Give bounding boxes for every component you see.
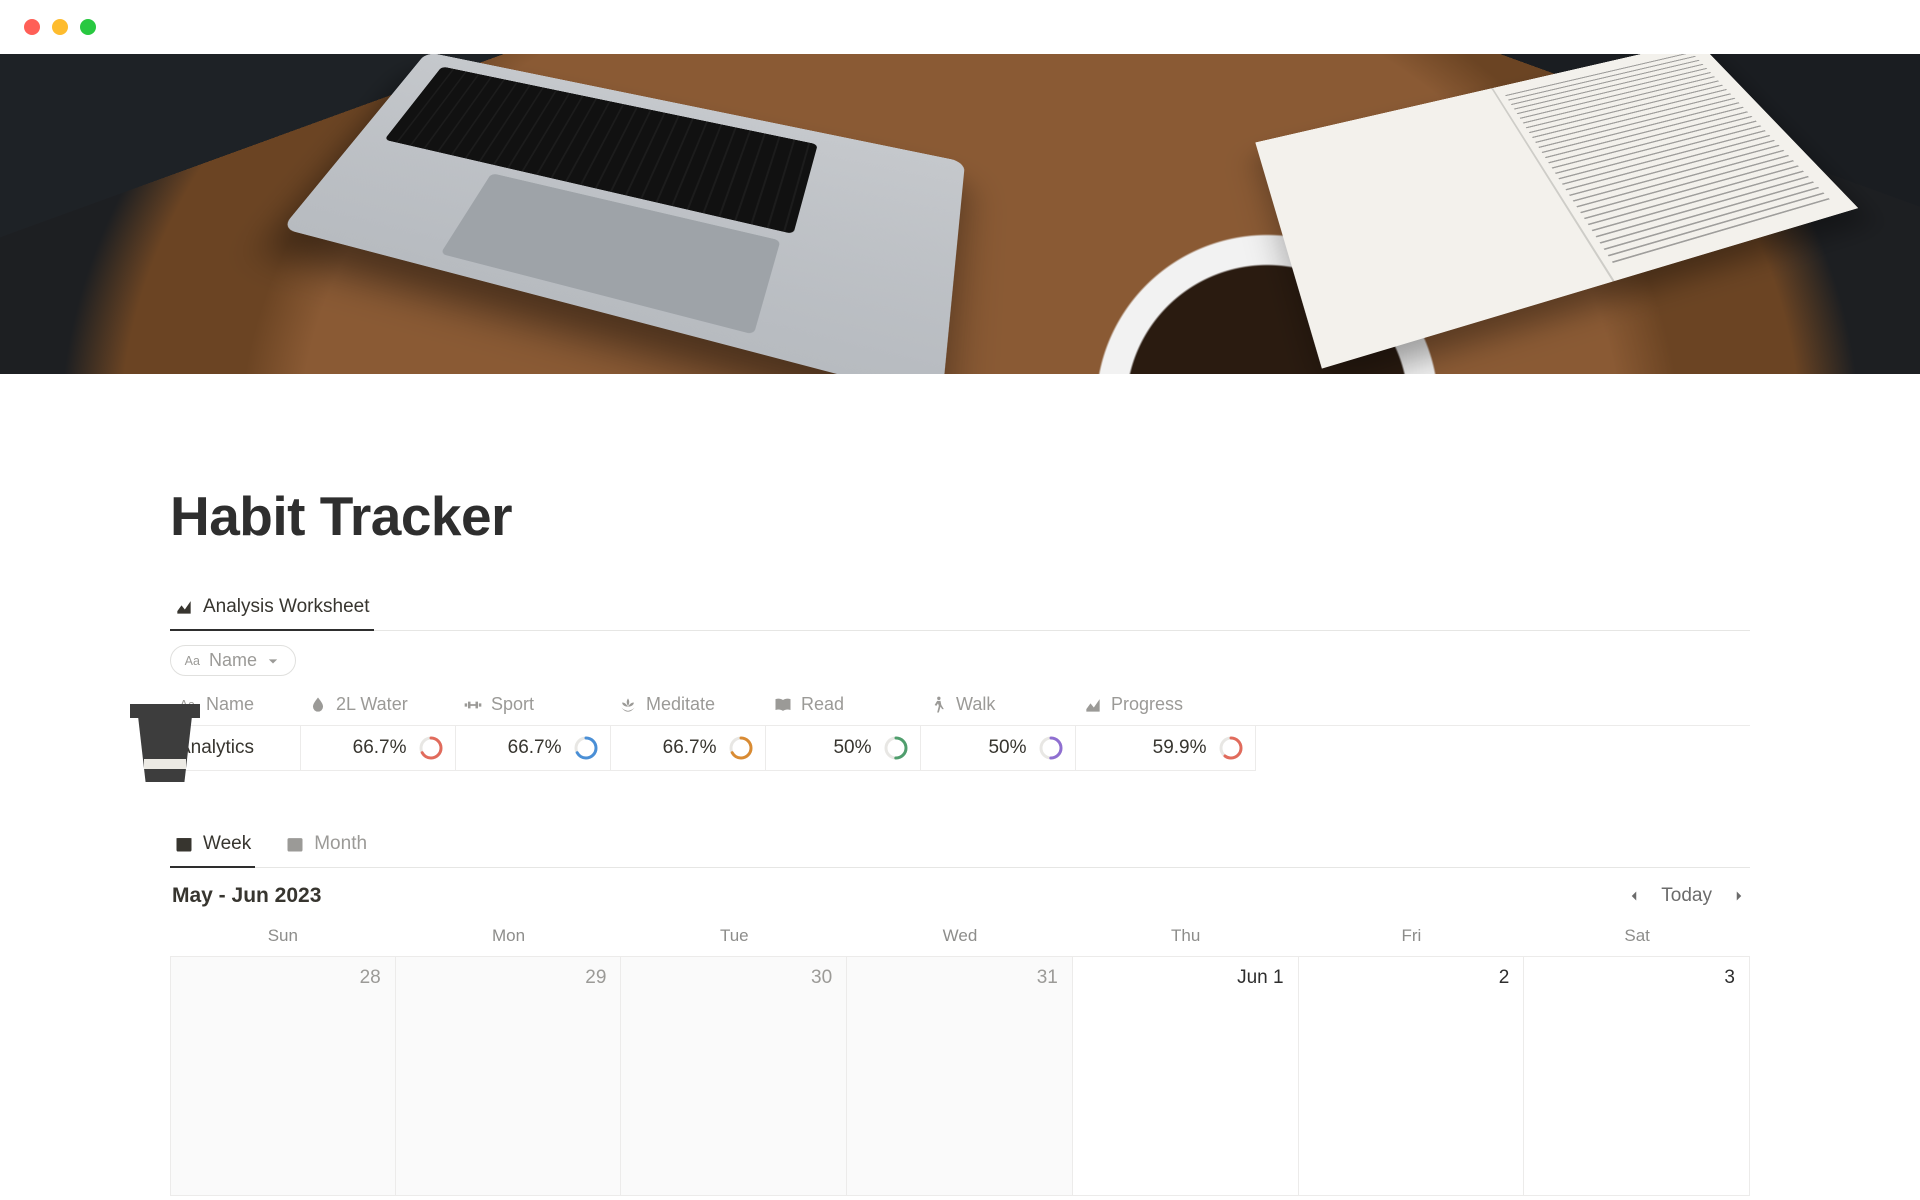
- lotus-icon: [618, 695, 638, 715]
- tab-analysis-worksheet[interactable]: Analysis Worksheet: [170, 588, 374, 630]
- calendar-dow: Mon: [396, 918, 622, 956]
- calendar-day-number: 28: [360, 967, 381, 989]
- pct-value: 59.9%: [1153, 737, 1207, 759]
- page-title[interactable]: Habit Tracker: [170, 484, 1750, 548]
- table-header-row: AaName 2L Water Sport Meditate Read Walk…: [170, 684, 1750, 726]
- pct-value: 66.7%: [353, 737, 407, 759]
- zoom-window-button[interactable]: [80, 19, 96, 35]
- calendar-view-tabs: Week Month: [170, 825, 1750, 868]
- progress-ring-icon: [419, 736, 443, 760]
- progress-ring-icon: [729, 736, 753, 760]
- pct-cell[interactable]: 66.7%: [455, 726, 610, 771]
- calendar-range-label: May - Jun 2023: [172, 884, 321, 908]
- pct-cell[interactable]: 59.9%: [1075, 726, 1255, 771]
- pct-cell[interactable]: 66.7%: [300, 726, 455, 771]
- calendar-icon: [285, 834, 305, 854]
- col-2l-water[interactable]: 2L Water: [300, 684, 455, 726]
- calendar-day-number: 30: [811, 967, 832, 989]
- calendar-day-number: 29: [585, 967, 606, 989]
- calendar-dow: Sun: [170, 918, 396, 956]
- calendar-day[interactable]: 30: [621, 956, 847, 1196]
- next-week-button[interactable]: [1730, 887, 1748, 905]
- svg-text:Aa: Aa: [185, 654, 200, 668]
- calendar-day[interactable]: 28: [170, 956, 396, 1196]
- calendar-day-number: Jun 1: [1237, 967, 1283, 989]
- close-window-button[interactable]: [24, 19, 40, 35]
- chart-icon: [1083, 695, 1103, 715]
- prev-week-button[interactable]: [1625, 887, 1643, 905]
- analytics-table: AaName 2L Water Sport Meditate Read Walk…: [170, 684, 1750, 771]
- calendar-day[interactable]: Jun 1: [1073, 956, 1299, 1196]
- cup-icon: [130, 704, 200, 718]
- water-drop-icon: [308, 695, 328, 715]
- calendar-day[interactable]: 3: [1524, 956, 1750, 1196]
- pct-cell[interactable]: 50%: [765, 726, 920, 771]
- calendar-dow: Fri: [1299, 918, 1525, 956]
- tab-week[interactable]: Week: [170, 825, 255, 867]
- tab-label: Week: [203, 833, 251, 855]
- walk-icon: [928, 695, 948, 715]
- window-titlebar: [0, 0, 1920, 54]
- calendar-dow-row: SunMonTueWedThuFriSat: [170, 918, 1750, 956]
- text-aa-icon: Aa: [183, 651, 203, 671]
- col-walk[interactable]: Walk: [920, 684, 1075, 726]
- pct-value: 50%: [833, 737, 871, 759]
- book-icon: [773, 695, 793, 715]
- calendar-dow: Sat: [1524, 918, 1750, 956]
- calendar-dow: Thu: [1073, 918, 1299, 956]
- calendar-icon: [174, 834, 194, 854]
- table-row[interactable]: Analytics66.7%66.7%66.7%50%50%59.9%: [170, 726, 1750, 771]
- page-icon[interactable]: [130, 704, 200, 789]
- calendar-week-row: 28 29 30 31 Jun 1 2 3: [170, 956, 1750, 1196]
- col-sport[interactable]: Sport: [455, 684, 610, 726]
- tab-label: Analysis Worksheet: [203, 596, 370, 618]
- progress-ring-icon: [1039, 736, 1063, 760]
- pct-cell[interactable]: 50%: [920, 726, 1075, 771]
- dumbbell-icon: [463, 695, 483, 715]
- progress-ring-icon: [1219, 736, 1243, 760]
- calendar-day-number: 3: [1724, 967, 1735, 989]
- pct-value: 50%: [988, 737, 1026, 759]
- calendar-dow: Wed: [847, 918, 1073, 956]
- filter-chip-name[interactable]: Aa Name: [170, 645, 296, 676]
- pct-value: 66.7%: [663, 737, 717, 759]
- today-button[interactable]: Today: [1661, 885, 1712, 907]
- pct-value: 66.7%: [508, 737, 562, 759]
- col-meditate[interactable]: Meditate: [610, 684, 765, 726]
- pct-cell[interactable]: 66.7%: [610, 726, 765, 771]
- database-view-tabs: Analysis Worksheet: [170, 588, 1750, 631]
- col-read[interactable]: Read: [765, 684, 920, 726]
- progress-ring-icon: [884, 736, 908, 760]
- calendar-day[interactable]: 2: [1299, 956, 1525, 1196]
- cover-image[interactable]: [0, 54, 1920, 374]
- calendar-day-number: 2: [1499, 967, 1510, 989]
- calendar-day[interactable]: 31: [847, 956, 1073, 1196]
- calendar-header: May - Jun 2023 Today: [170, 868, 1750, 918]
- calendar-day[interactable]: 29: [396, 956, 622, 1196]
- chart-icon: [174, 597, 194, 617]
- tab-label: Month: [314, 833, 367, 855]
- calendar-dow: Tue: [621, 918, 847, 956]
- chevron-down-icon: [263, 651, 283, 671]
- progress-ring-icon: [574, 736, 598, 760]
- col-progress[interactable]: Progress: [1075, 684, 1255, 726]
- calendar-day-number: 31: [1037, 967, 1058, 989]
- minimize-window-button[interactable]: [52, 19, 68, 35]
- filter-chip-label: Name: [209, 650, 257, 671]
- filter-bar: Aa Name: [170, 631, 1750, 684]
- tab-month[interactable]: Month: [281, 825, 371, 867]
